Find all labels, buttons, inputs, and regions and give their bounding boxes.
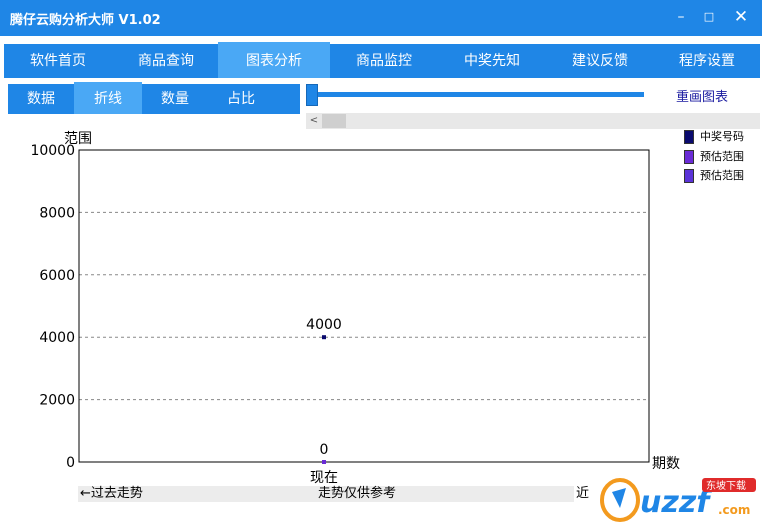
redraw-chart-link[interactable]: 重画图表 [676,86,728,105]
window-title: 腾仔云购分析大师 V1.02 [10,13,161,28]
close-icon[interactable]: ✕ [728,6,754,28]
x-axis-ticks: 现在 [310,470,338,486]
legend-label: 中奖号码 [700,130,744,143]
x-axis-label: 期数 [652,456,680,472]
x-tick-label: 现在 [310,470,338,486]
data-label: 4000 [306,317,342,333]
logo-tag: 东坡下载 [706,479,746,492]
data-label: 0 [320,442,329,458]
trend-disclaimer: 走势仅供参考 [318,486,397,501]
y-tick-label: 6000 [39,268,75,284]
watermark-logo: uzzf 东坡下载 .com [600,478,756,522]
logo-flame [612,488,626,508]
scrollbar-thumb[interactable] [322,114,346,128]
legend-label: 预估范围 [700,169,744,182]
title-bar: 腾仔云购分析大师 V1.02 – □ ✕ [0,0,762,36]
y-tick-label: 2000 [39,393,75,409]
y-tick-label: 0 [66,455,75,471]
menu-product-search[interactable]: 商品查询 [112,44,220,78]
tab-count[interactable]: 数量 [142,84,208,114]
chart-grid [79,211,649,401]
tab-line[interactable]: 折线 [74,82,142,114]
range-slider-track[interactable] [312,92,644,97]
main-menu: 软件首页 商品查询 图表分析 商品监控 中奖先知 建议反馈 程序设置 [4,42,760,78]
y-tick-label: 8000 [39,205,75,221]
chart-marks: 4000 0 [306,317,342,464]
minimize-icon[interactable]: – [668,6,694,28]
menu-product-monitor[interactable]: 商品监控 [330,44,438,78]
menu-home[interactable]: 软件首页 [4,44,112,78]
scroll-left-icon[interactable]: < [306,113,322,129]
y-axis-ticks: 0200040006000800010000 [30,143,75,471]
menu-feedback[interactable]: 建议反馈 [546,44,654,78]
range-slider-thumb[interactable] [306,84,318,106]
legend-item-estimate-range-2: 预估范围 [684,168,744,184]
horizontal-scrollbar[interactable]: < [306,113,760,129]
chart-subtabs: 数据 折线 数量 占比 [8,82,300,114]
legend-item-estimate-range-1: 预估范围 [684,149,744,165]
line-chart: 0200040006000800010000 现在 40000 范围 期数 [30,130,680,486]
menu-settings[interactable]: 程序设置 [654,44,760,78]
y-tick-label: 4000 [39,330,75,346]
past-trend-link[interactable]: ←过去走势 [80,486,143,502]
logo-domain: .com [718,503,750,517]
data-point [322,460,326,464]
plot-area [78,149,650,463]
y-axis-label: 范围 [64,130,92,147]
data-point [322,335,326,340]
legend-swatch [684,169,694,183]
legend-label: 预估范围 [700,150,744,163]
tab-ratio[interactable]: 占比 [208,84,274,114]
trend-bar: ←过去走势 走势仅供参考 [78,486,574,502]
tab-data[interactable]: 数据 [8,84,74,114]
maximize-icon[interactable]: □ [696,6,722,28]
menu-winner-prophet[interactable]: 中奖先知 [438,44,546,78]
legend-item-winning-number: 中奖号码 [684,129,744,145]
menu-chart-analysis[interactable]: 图表分析 [218,42,330,78]
recent-trend-link[interactable]: 近 [576,486,589,502]
legend-swatch [684,150,694,164]
legend-swatch [684,130,694,144]
